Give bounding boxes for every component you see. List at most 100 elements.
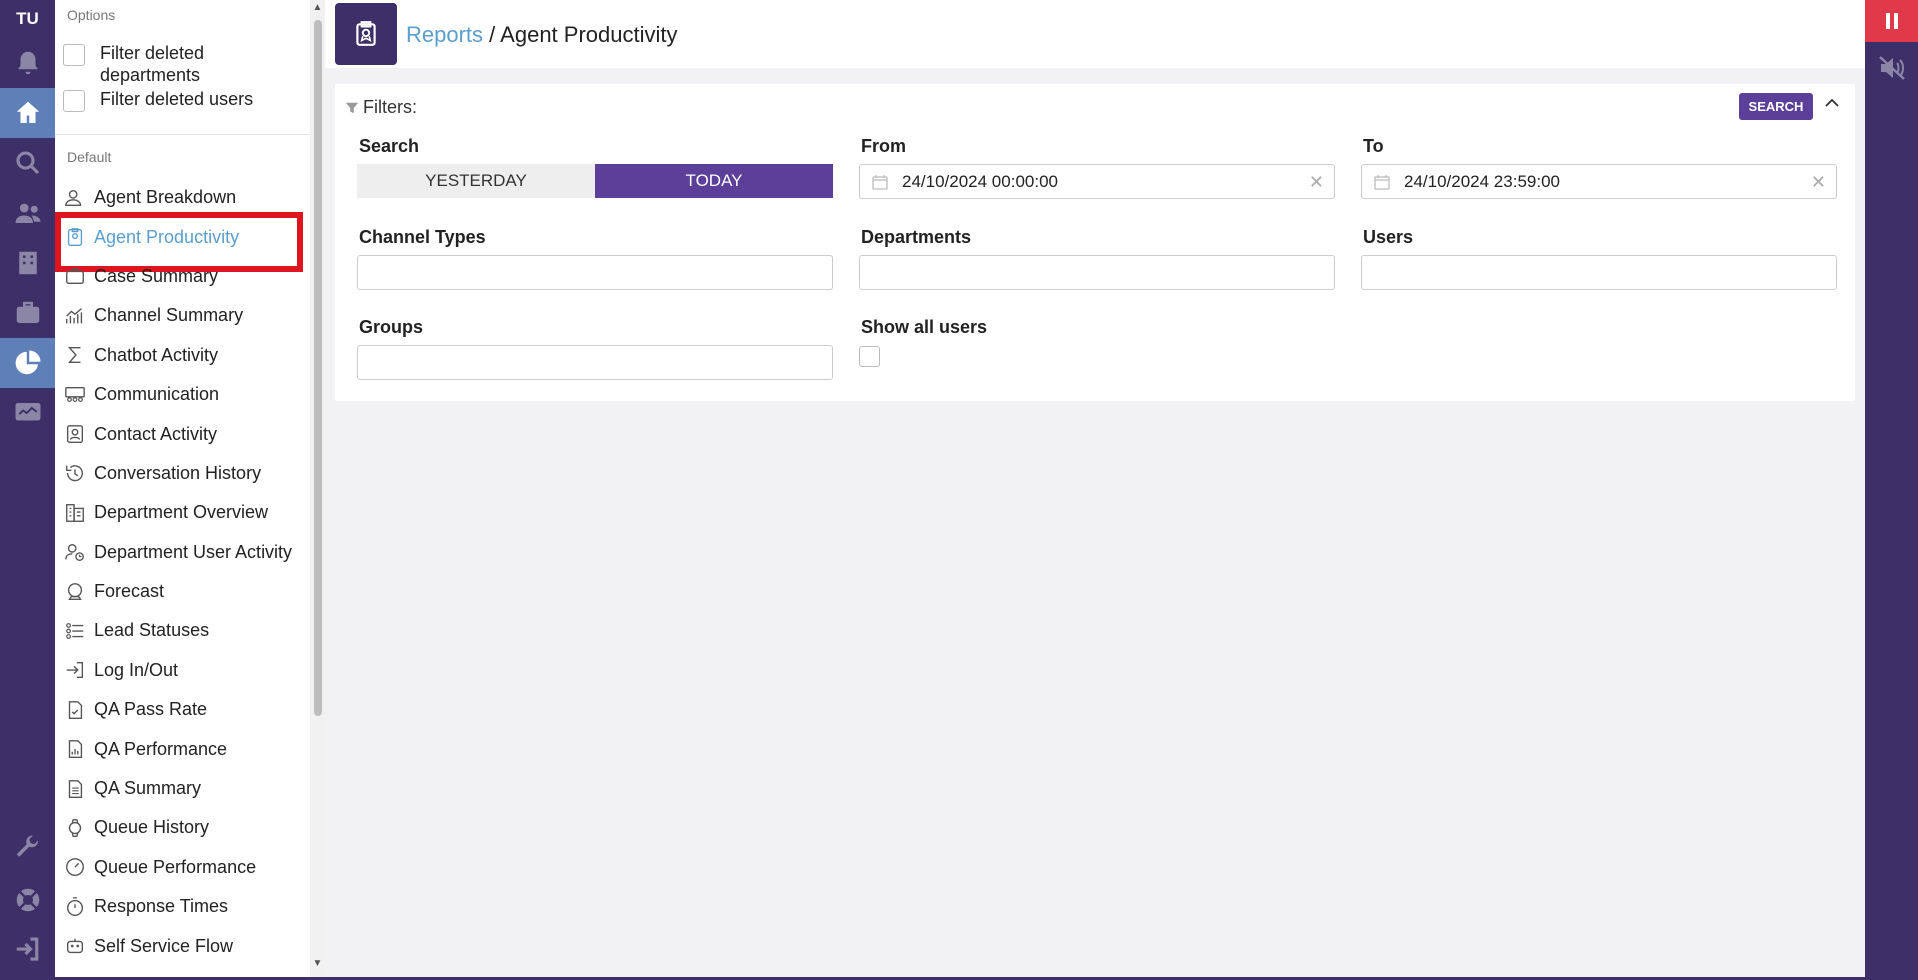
reports-sidebar: Options Filter deleted departments Filte… xyxy=(55,0,325,978)
to-date-field[interactable]: 24/10/2024 23:59:00 ✕ xyxy=(1361,164,1837,199)
clear-from-icon[interactable]: ✕ xyxy=(1309,172,1324,193)
users-select[interactable] xyxy=(1361,255,1837,290)
logout-icon[interactable] xyxy=(0,924,55,974)
pie-chart-icon[interactable] xyxy=(0,338,55,388)
wrench-icon[interactable] xyxy=(0,823,55,873)
crystal-ball-icon xyxy=(64,581,86,603)
search-button[interactable]: SEARCH xyxy=(1739,93,1813,120)
today-button[interactable]: TODAY xyxy=(595,164,833,198)
channel-types-label: Channel Types xyxy=(359,227,486,247)
sidebar-item-label: Response Times xyxy=(94,896,229,917)
from-date-field[interactable]: 24/10/2024 00:00:00 ✕ xyxy=(859,164,1335,199)
watch-icon xyxy=(64,817,86,839)
sidebar-item-contact-activity[interactable]: Contact Activity xyxy=(55,414,310,453)
filters-panel: Filters: SEARCH Search YESTERDAY TODAY F… xyxy=(335,84,1855,401)
scroll-thumb[interactable] xyxy=(314,20,322,716)
sidebar-item-department-user-activity[interactable]: Department User Activity xyxy=(55,533,310,572)
from-date-value: 24/10/2024 00:00:00 xyxy=(902,171,1058,191)
pause-icon[interactable] xyxy=(1865,0,1918,42)
sidebar-item-channel-summary[interactable]: Channel Summary xyxy=(55,296,310,335)
sidebar-item-label: Contact Activity xyxy=(94,423,218,444)
sidebar-item-self-service-flow[interactable]: Self Service Flow xyxy=(55,926,310,965)
sidebar-item-chatbot-activity[interactable]: Chatbot Activity xyxy=(55,336,310,375)
sidebar-item-label: Channel Summary xyxy=(94,305,244,326)
users-label: Users xyxy=(1363,227,1414,247)
monitor-icon[interactable] xyxy=(0,388,55,438)
filter-deleted-departments-checkbox[interactable] xyxy=(63,44,85,66)
robot-icon xyxy=(64,935,86,957)
sidebar-item-forecast[interactable]: Forecast xyxy=(55,572,310,611)
filter-deleted-users-label: Filter deleted users xyxy=(100,89,254,109)
sidebar-item-label: Self Service Flow xyxy=(94,935,234,956)
sidebar-item-log-in-out[interactable]: Log In/Out xyxy=(55,651,310,690)
page-title: Agent Productivity xyxy=(500,22,678,47)
filter-deleted-users-option[interactable]: Filter deleted users xyxy=(63,88,260,112)
sidebar-item-qa-summary[interactable]: QA Summary xyxy=(55,769,310,808)
icon-rail: TU xyxy=(0,0,55,980)
groups-select[interactable] xyxy=(357,345,833,380)
chevron-up-icon[interactable] xyxy=(1823,94,1841,112)
sidebar-item-department-overview[interactable]: Department Overview xyxy=(55,493,310,532)
sidebar-scrollbar[interactable]: ▲ ▼ xyxy=(310,0,325,978)
case-icon xyxy=(64,265,86,287)
sidebar-item-agent-productivity[interactable]: Agent Productivity xyxy=(55,212,310,273)
home-icon[interactable] xyxy=(0,88,55,138)
from-label: From xyxy=(861,136,906,156)
search-label: Search xyxy=(359,136,420,156)
building-grid-icon xyxy=(64,502,86,524)
options-caption: Options xyxy=(67,7,116,23)
gauge-icon xyxy=(64,856,86,878)
channel-types-select[interactable] xyxy=(357,255,833,290)
sidebar-item-response-times[interactable]: Response Times xyxy=(55,887,310,926)
user-clock-icon xyxy=(64,541,86,563)
right-rail xyxy=(1865,0,1918,980)
sidebar-item-communication[interactable]: Communication xyxy=(55,375,310,414)
sidebar-item-case-summary[interactable]: Case Summary xyxy=(55,257,310,296)
sigma-icon xyxy=(64,344,86,366)
building-icon[interactable] xyxy=(0,238,55,288)
sidebar-item-label: QA Pass Rate xyxy=(94,699,208,720)
mute-icon[interactable] xyxy=(1865,48,1918,88)
clear-to-icon[interactable]: ✕ xyxy=(1811,172,1826,193)
show-all-users-label: Show all users xyxy=(861,317,988,337)
page-header: Reports / Agent Productivity xyxy=(325,0,1865,68)
sidebar-item-label: Agent Productivity xyxy=(94,226,240,247)
sidebar-divider xyxy=(55,134,310,135)
sidebar-item-label: Lead Statuses xyxy=(94,620,210,641)
sidebar-item-label: Queue Performance xyxy=(94,856,257,877)
filter-icon xyxy=(345,102,359,113)
breadcrumb-reports-link[interactable]: Reports xyxy=(406,22,483,47)
scroll-down-icon[interactable]: ▼ xyxy=(312,958,323,969)
bell-icon[interactable] xyxy=(0,38,55,88)
sidebar-item-label: Conversation History xyxy=(94,462,262,483)
sidebar-item-queue-performance[interactable]: Queue Performance xyxy=(55,848,310,887)
sidebar-item-queue-history[interactable]: Queue History xyxy=(55,808,310,847)
stopwatch-icon xyxy=(64,896,86,918)
calendar-icon xyxy=(1374,174,1390,190)
scroll-up-icon[interactable]: ▲ xyxy=(312,2,323,13)
sidebar-item-label: Case Summary xyxy=(94,265,219,286)
filter-deleted-departments-option[interactable]: Filter deleted departments xyxy=(63,42,260,86)
search-icon[interactable] xyxy=(0,138,55,188)
sidebar-item-label: Forecast xyxy=(94,581,165,602)
lifebuoy-icon[interactable] xyxy=(0,875,55,925)
account-initials[interactable]: TU xyxy=(0,0,55,38)
sidebar-item-qa-performance[interactable]: QA Performance xyxy=(55,729,310,768)
sidebar-item-conversation-history[interactable]: Conversation History xyxy=(55,454,310,493)
sidebar-item-lead-statuses[interactable]: Lead Statuses xyxy=(55,611,310,650)
doc-chart-icon xyxy=(64,738,86,760)
people-board-icon xyxy=(64,384,86,406)
chart-line-icon xyxy=(64,305,86,327)
sidebar-item-qa-pass-rate[interactable]: QA Pass Rate xyxy=(55,690,310,729)
clipboard-badge-icon xyxy=(335,3,397,65)
sidebar-item-label: Log In/Out xyxy=(94,659,179,680)
filter-deleted-users-checkbox[interactable] xyxy=(63,90,85,112)
doc-check-icon xyxy=(64,699,86,721)
default-caption: Default xyxy=(67,149,112,165)
departments-select[interactable] xyxy=(859,255,1335,290)
sidebar-item-label: Communication xyxy=(94,384,220,405)
briefcase-icon[interactable] xyxy=(0,288,55,338)
show-all-users-checkbox[interactable] xyxy=(859,346,880,367)
yesterday-button[interactable]: YESTERDAY xyxy=(357,164,595,198)
users-icon[interactable] xyxy=(0,188,55,238)
